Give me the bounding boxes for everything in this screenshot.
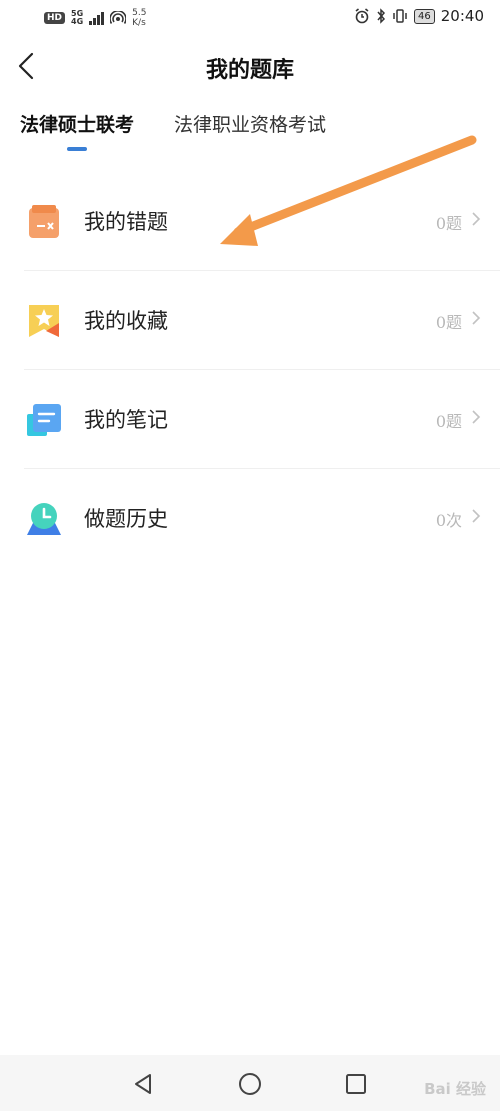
item-label: 我的收藏 xyxy=(84,309,168,333)
status-bar: HD 5G 4G 5.5 K/s 46 20:40 xyxy=(0,0,500,36)
status-right: 46 20:40 xyxy=(354,7,484,25)
hd-badge: HD xyxy=(44,12,66,24)
item-count: 0题 xyxy=(435,214,462,233)
vibrate-icon xyxy=(393,9,407,23)
system-nav-bar: Bai 经验 xyxy=(0,1055,500,1111)
chevron-right-icon xyxy=(472,311,481,325)
chevron-right-icon xyxy=(472,509,481,523)
tab-label: 法律硕士联考 xyxy=(20,114,135,136)
network-type-bottom: 4G xyxy=(71,17,84,26)
nav-home-icon[interactable] xyxy=(237,1071,263,1097)
exam-tabs: 法律硕士联考 法律职业资格考试 xyxy=(20,110,326,151)
speed-value: 5.5 xyxy=(132,8,147,18)
chevron-right-icon xyxy=(472,212,481,226)
item-count: 0题 xyxy=(435,412,462,431)
wrong-questions-icon xyxy=(29,205,59,238)
app-header: 我的题库 xyxy=(0,40,500,92)
list-item-wrong-questions[interactable]: 我的错题 0题 xyxy=(24,172,500,271)
item-label: 我的笔记 xyxy=(84,408,168,432)
tab-label: 法律职业资格考试 xyxy=(174,114,327,136)
active-tab-indicator xyxy=(67,147,87,151)
nav-back-icon[interactable] xyxy=(130,1071,156,1097)
signal-bars-icon xyxy=(89,11,105,25)
notes-icon xyxy=(27,404,61,436)
list-item-notes[interactable]: 我的笔记 0题 xyxy=(24,370,500,469)
tab-legal-profession-exam[interactable]: 法律职业资格考试 xyxy=(174,110,326,151)
nav-recents-icon[interactable] xyxy=(343,1071,369,1097)
status-left: HD 5G 4G 5.5 K/s xyxy=(44,8,146,28)
history-clock-icon xyxy=(27,503,61,535)
clock: 20:40 xyxy=(440,7,484,25)
favorites-icon xyxy=(29,305,59,337)
item-label: 我的错题 xyxy=(84,210,168,234)
alarm-icon xyxy=(355,8,369,24)
bluetooth-icon xyxy=(377,8,386,24)
list-item-favorites[interactable]: 我的收藏 0题 xyxy=(24,271,500,370)
item-count: 0题 xyxy=(435,313,462,332)
hotspot-icon xyxy=(110,11,127,24)
tab-law-master-exam[interactable]: 法律硕士联考 xyxy=(20,110,134,151)
speed-unit: K/s xyxy=(132,18,146,28)
network-speed: 5.5 K/s xyxy=(132,8,146,28)
chevron-right-icon xyxy=(472,410,481,424)
list-item-history[interactable]: 做题历史 0次 xyxy=(24,469,500,567)
battery-icon: 46 xyxy=(414,8,435,24)
page-title: 我的题库 xyxy=(205,57,294,83)
watermark: Bai 经验 xyxy=(424,1080,486,1098)
item-label: 做题历史 xyxy=(84,507,168,531)
item-count: 0次 xyxy=(435,511,462,530)
question-bank-list: 我的错题 0题 我的收藏 0题 我的笔记 0题 做题历史 0次 xyxy=(0,172,500,567)
network-type: 5G 4G xyxy=(71,10,83,26)
